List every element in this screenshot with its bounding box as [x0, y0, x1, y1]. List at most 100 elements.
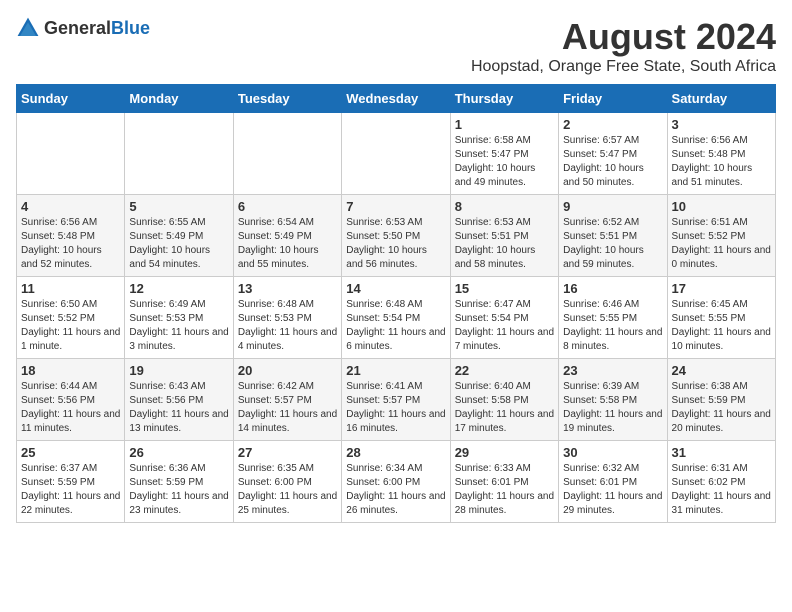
- calendar-cell: 4Sunrise: 6:56 AMSunset: 5:48 PMDaylight…: [17, 195, 125, 277]
- day-info: Sunrise: 6:38 AMSunset: 5:59 PMDaylight:…: [672, 380, 771, 436]
- page-container: GeneralBlue August 2024 Hoopstad, Orange…: [16, 16, 776, 523]
- weekday-header-sunday: Sunday: [17, 85, 125, 113]
- calendar-cell: 18Sunrise: 6:44 AMSunset: 5:56 PMDayligh…: [17, 359, 125, 441]
- weekday-header-row: SundayMondayTuesdayWednesdayThursdayFrid…: [17, 85, 776, 113]
- day-info: Sunrise: 6:33 AMSunset: 6:01 PMDaylight:…: [455, 462, 554, 518]
- day-info: Sunrise: 6:42 AMSunset: 5:57 PMDaylight:…: [238, 380, 337, 436]
- calendar-cell: 27 Sunrise: 6:35 AMSunset: 6:00 PMDayligh…: [233, 441, 341, 523]
- weekday-header-wednesday: Wednesday: [342, 85, 450, 113]
- day-info: Sunrise: 6:43 AMSunset: 5:56 PMDaylight:…: [129, 380, 228, 436]
- day-number: 30: [563, 445, 662, 460]
- day-info: Sunrise: 6:31 AMSunset: 6:02 PMDaylight:…: [672, 462, 771, 518]
- calendar-cell: 25 Sunrise: 6:37 AMSunset: 5:59 PMDayligh…: [17, 441, 125, 523]
- day-info: Sunrise: 6:45 AMSunset: 5:55 PMDaylight:…: [672, 298, 771, 354]
- day-info: Sunrise: 6:50 AMSunset: 5:52 PMDaylight:…: [21, 298, 120, 354]
- calendar-cell: 12 Sunrise: 6:49 AMSunset: 5:53 PMDayligh…: [125, 277, 233, 359]
- subtitle: Hoopstad, Orange Free State, South Afric…: [471, 58, 776, 76]
- day-info: Sunrise: 6:39 AMSunset: 5:58 PMDaylight:…: [563, 380, 662, 436]
- calendar-cell: 31 Sunrise: 6:31 AMSunset: 6:02 PMDayligh…: [667, 441, 775, 523]
- calendar-cell: [233, 113, 341, 195]
- day-number: 8: [455, 199, 554, 214]
- day-info: Sunrise: 6:56 AMSunset: 5:48 PMDaylight:…: [672, 134, 771, 190]
- calendar-cell: 21 Sunrise: 6:41 AMSunset: 5:57 PMDayligh…: [342, 359, 450, 441]
- day-info: Sunrise: 6:48 AMSunset: 5:53 PMDaylight:…: [238, 298, 337, 354]
- week-row-3: 18Sunrise: 6:44 AMSunset: 5:56 PMDayligh…: [17, 359, 776, 441]
- day-info: Sunrise: 6:57 AMSunset: 5:47 PMDaylight:…: [563, 134, 662, 190]
- day-number: 21: [346, 363, 445, 378]
- day-number: 13: [238, 281, 337, 296]
- day-info: Sunrise: 6:41 AMSunset: 5:57 PMDaylight:…: [346, 380, 445, 436]
- calendar-cell: 24 Sunrise: 6:38 AMSunset: 5:59 PMDayligh…: [667, 359, 775, 441]
- day-number: 15: [455, 281, 554, 296]
- calendar-cell: 14 Sunrise: 6:48 AMSunset: 5:54 PMDayligh…: [342, 277, 450, 359]
- calendar-cell: 28Sunrise: 6:34 AMSunset: 6:00 PMDayligh…: [342, 441, 450, 523]
- day-number: 17: [672, 281, 771, 296]
- day-info: Sunrise: 6:35 AMSunset: 6:00 PMDaylight:…: [238, 462, 337, 518]
- day-number: 6: [238, 199, 337, 214]
- day-info: Sunrise: 6:48 AMSunset: 5:54 PMDaylight:…: [346, 298, 445, 354]
- calendar-cell: 1 Sunrise: 6:58 AMSunset: 5:47 PMDaylight…: [450, 113, 558, 195]
- calendar-cell: [17, 113, 125, 195]
- day-info: Sunrise: 6:40 AMSunset: 5:58 PMDaylight:…: [455, 380, 554, 436]
- calendar-cell: 30 Sunrise: 6:32 AMSunset: 6:01 PMDayligh…: [559, 441, 667, 523]
- day-info: Sunrise: 6:36 AMSunset: 5:59 PMDaylight:…: [129, 462, 228, 518]
- day-info: Sunrise: 6:54 AMSunset: 5:49 PMDaylight:…: [238, 216, 337, 272]
- day-info: Sunrise: 6:37 AMSunset: 5:59 PMDaylight:…: [21, 462, 120, 518]
- day-number: 1: [455, 117, 554, 132]
- weekday-header-friday: Friday: [559, 85, 667, 113]
- day-info: Sunrise: 6:32 AMSunset: 6:01 PMDaylight:…: [563, 462, 662, 518]
- week-row-2: 11 Sunrise: 6:50 AMSunset: 5:52 PMDayligh…: [17, 277, 776, 359]
- day-info: Sunrise: 6:56 AMSunset: 5:48 PMDaylight:…: [21, 216, 120, 272]
- day-info: Sunrise: 6:47 AMSunset: 5:54 PMDaylight:…: [455, 298, 554, 354]
- calendar-cell: 23 Sunrise: 6:39 AMSunset: 5:58 PMDayligh…: [559, 359, 667, 441]
- week-row-0: 1 Sunrise: 6:58 AMSunset: 5:47 PMDaylight…: [17, 113, 776, 195]
- day-number: 19: [129, 363, 228, 378]
- day-info: Sunrise: 6:34 AMSunset: 6:00 PMDaylight:…: [346, 462, 445, 518]
- calendar-cell: 8 Sunrise: 6:53 AMSunset: 5:51 PMDaylight…: [450, 195, 558, 277]
- day-number: 16: [563, 281, 662, 296]
- day-number: 10: [672, 199, 771, 214]
- day-info: Sunrise: 6:53 AMSunset: 5:51 PMDaylight:…: [455, 216, 554, 272]
- weekday-header-thursday: Thursday: [450, 85, 558, 113]
- calendar-cell: 16Sunrise: 6:46 AMSunset: 5:55 PMDayligh…: [559, 277, 667, 359]
- day-number: 14: [346, 281, 445, 296]
- calendar-cell: 5 Sunrise: 6:55 AMSunset: 5:49 PMDaylight…: [125, 195, 233, 277]
- day-number: 31: [672, 445, 771, 460]
- day-number: 29: [455, 445, 554, 460]
- day-number: 7: [346, 199, 445, 214]
- day-number: 11: [21, 281, 120, 296]
- day-number: 25: [21, 445, 120, 460]
- calendar-cell: 26Sunrise: 6:36 AMSunset: 5:59 PMDayligh…: [125, 441, 233, 523]
- calendar-cell: 10Sunrise: 6:51 AMSunset: 5:52 PMDayligh…: [667, 195, 775, 277]
- day-number: 9: [563, 199, 662, 214]
- day-info: Sunrise: 6:55 AMSunset: 5:49 PMDaylight:…: [129, 216, 228, 272]
- calendar-cell: 20 Sunrise: 6:42 AMSunset: 5:57 PMDayligh…: [233, 359, 341, 441]
- day-info: Sunrise: 6:49 AMSunset: 5:53 PMDaylight:…: [129, 298, 228, 354]
- day-number: 22: [455, 363, 554, 378]
- day-number: 20: [238, 363, 337, 378]
- calendar-cell: 11 Sunrise: 6:50 AMSunset: 5:52 PMDayligh…: [17, 277, 125, 359]
- logo-general: GeneralBlue: [44, 18, 150, 39]
- calendar-cell: 6 Sunrise: 6:54 AMSunset: 5:49 PMDaylight…: [233, 195, 341, 277]
- calendar-cell: 15 Sunrise: 6:47 AMSunset: 5:54 PMDayligh…: [450, 277, 558, 359]
- day-info: Sunrise: 6:52 AMSunset: 5:51 PMDaylight:…: [563, 216, 662, 272]
- day-number: 24: [672, 363, 771, 378]
- calendar-cell: 17 Sunrise: 6:45 AMSunset: 5:55 PMDayligh…: [667, 277, 775, 359]
- main-title: August 2024: [471, 16, 776, 58]
- day-info: Sunrise: 6:58 AMSunset: 5:47 PMDaylight:…: [455, 134, 554, 190]
- day-number: 2: [563, 117, 662, 132]
- weekday-header-monday: Monday: [125, 85, 233, 113]
- calendar-cell: 29 Sunrise: 6:33 AMSunset: 6:01 PMDayligh…: [450, 441, 558, 523]
- calendar-cell: 3Sunrise: 6:56 AMSunset: 5:48 PMDaylight…: [667, 113, 775, 195]
- day-number: 23: [563, 363, 662, 378]
- calendar-cell: 9 Sunrise: 6:52 AMSunset: 5:51 PMDaylight…: [559, 195, 667, 277]
- day-number: 12: [129, 281, 228, 296]
- title-area: August 2024 Hoopstad, Orange Free State,…: [471, 16, 776, 76]
- calendar-cell: 2 Sunrise: 6:57 AMSunset: 5:47 PMDaylight…: [559, 113, 667, 195]
- calendar-cell: 22 Sunrise: 6:40 AMSunset: 5:58 PMDayligh…: [450, 359, 558, 441]
- week-row-4: 25 Sunrise: 6:37 AMSunset: 5:59 PMDayligh…: [17, 441, 776, 523]
- day-number: 27: [238, 445, 337, 460]
- day-number: 5: [129, 199, 228, 214]
- logo-icon: [16, 16, 40, 40]
- calendar-cell: 13 Sunrise: 6:48 AMSunset: 5:53 PMDayligh…: [233, 277, 341, 359]
